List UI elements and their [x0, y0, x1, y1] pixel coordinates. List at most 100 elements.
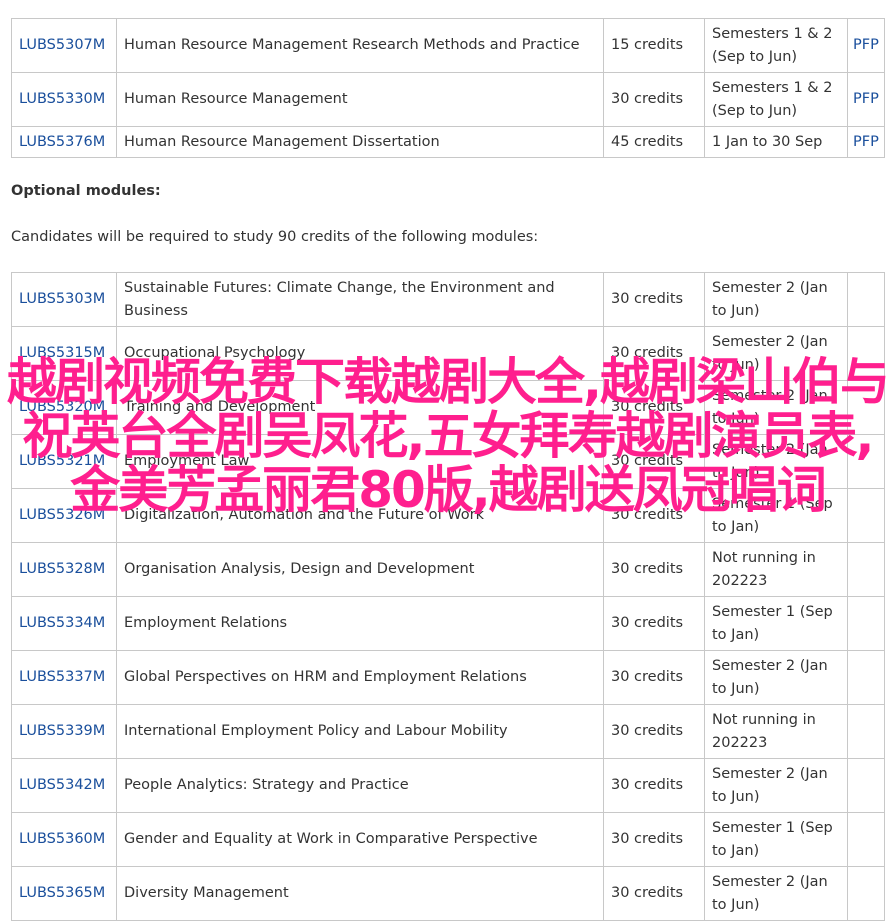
module-code-cell: LUBS5303M: [11, 272, 117, 327]
table-row: LUBS5339M International Employment Policy…: [11, 704, 885, 759]
module-code-cell: LUBS5315M: [11, 326, 117, 381]
module-title: Sustainable Futures: Climate Change, the…: [116, 272, 604, 327]
empty-cell: [847, 650, 885, 705]
pfp-cell: PFP: [847, 126, 885, 158]
module-semester: Semester 1 (Sep to Jan): [704, 488, 848, 543]
module-semester: Semesters 1 & 2 (Sep to Jun): [704, 18, 848, 73]
module-semester: Semesters 1 & 2 (Sep to Jun): [704, 72, 848, 127]
optional-modules-intro: Candidates will be required to study 90 …: [11, 229, 539, 245]
module-code-cell: LUBS5337M: [11, 650, 117, 705]
module-code-link[interactable]: LUBS5326M: [19, 507, 105, 523]
module-code-link[interactable]: LUBS5376M: [19, 134, 105, 150]
module-title: Diversity Management: [116, 866, 604, 921]
module-semester: Semester 1 (Sep to Jan): [704, 812, 848, 867]
table-row: LUBS5315M Occupational Psychology 30 credi…: [11, 326, 885, 381]
module-title: People Analytics: Strategy and Practice: [116, 758, 604, 813]
pfp-link[interactable]: PFP: [853, 91, 879, 107]
module-semester: Semester 2 (Jan to Jun): [704, 758, 848, 813]
table-row: LUBS5330M Human Resource Management 30 c…: [11, 72, 885, 127]
module-credits: 30 credits: [603, 488, 705, 543]
empty-cell: [847, 488, 885, 543]
module-credits: 15 credits: [603, 18, 705, 73]
module-credits: 30 credits: [603, 650, 705, 705]
module-semester: Semester 2 (Jan to Jun): [704, 272, 848, 327]
module-credits: 45 credits: [603, 126, 705, 158]
empty-cell: [847, 326, 885, 381]
empty-cell: [847, 380, 885, 435]
empty-cell: [847, 812, 885, 867]
module-code-cell: LUBS5365M: [11, 866, 117, 921]
pfp-cell: PFP: [847, 72, 885, 127]
module-code-link[interactable]: LUBS5339M: [19, 723, 105, 739]
table-row: LUBS5342M People Analytics: Strategy and …: [11, 758, 885, 813]
module-semester: Not running in 202223: [704, 542, 848, 597]
module-semester: Semester 2 (Jan to Jun): [704, 326, 848, 381]
module-title: Digitalization, Automation and the Futur…: [116, 488, 604, 543]
module-code-cell: LUBS5342M: [11, 758, 117, 813]
table-row: LUBS5328M Organisation Analysis, Design a…: [11, 542, 885, 597]
module-credits: 30 credits: [603, 272, 705, 327]
module-code-link[interactable]: LUBS5315M: [19, 345, 105, 361]
module-title: Employment Law: [116, 434, 604, 489]
table-row: LUBS5376M Human Resource Management Diss…: [11, 126, 885, 158]
module-title: Training and Development: [116, 380, 604, 435]
module-code-cell: LUBS5307M: [11, 18, 117, 73]
module-title: Human Resource Management Research Metho…: [116, 18, 604, 73]
pfp-link[interactable]: PFP: [853, 37, 879, 53]
table-row: LUBS5303M Sustainable Futures: Climate Ch…: [11, 272, 885, 327]
table-row: LUBS5365M Diversity Management 30 credits S…: [11, 866, 885, 921]
table-row: LUBS5320M Training and Development 30 cred…: [11, 380, 885, 435]
module-semester: Semester 2 (Jan to Jun): [704, 650, 848, 705]
empty-cell: [847, 704, 885, 759]
module-code-link[interactable]: LUBS5321M: [19, 453, 105, 469]
module-code-link[interactable]: LUBS5328M: [19, 561, 105, 577]
module-credits: 30 credits: [603, 704, 705, 759]
module-code-link[interactable]: LUBS5307M: [19, 37, 105, 53]
module-semester: Semester 2 (Jan to Jun): [704, 434, 848, 489]
table-row: LUBS5337M Global Perspectives on HRM and …: [11, 650, 885, 705]
module-code-cell: LUBS5376M: [11, 126, 117, 158]
empty-cell: [847, 434, 885, 489]
empty-cell: [847, 596, 885, 651]
optional-modules-table: LUBS5303M Sustainable Futures: Climate Ch…: [11, 272, 885, 921]
module-credits: 30 credits: [603, 596, 705, 651]
core-modules-table: LUBS5307M Human Resource Management Rese…: [11, 18, 885, 158]
module-code-link[interactable]: LUBS5320M: [19, 399, 105, 415]
module-semester: Semester 2 (Jan to Jun): [704, 380, 848, 435]
table-row: LUBS5360M Gender and Equality at Work in …: [11, 812, 885, 867]
module-code-cell: LUBS5321M: [11, 434, 117, 489]
module-semester: Semester 2 (Jan to Jun): [704, 866, 848, 921]
module-code-link[interactable]: LUBS5303M: [19, 291, 105, 307]
module-title: Employment Relations: [116, 596, 604, 651]
module-code-link[interactable]: LUBS5365M: [19, 885, 105, 901]
module-credits: 30 credits: [603, 326, 705, 381]
module-code-cell: LUBS5326M: [11, 488, 117, 543]
module-code-cell: LUBS5320M: [11, 380, 117, 435]
module-title: Occupational Psychology: [116, 326, 604, 381]
module-credits: 30 credits: [603, 72, 705, 127]
empty-cell: [847, 542, 885, 597]
module-code-link[interactable]: LUBS5342M: [19, 777, 105, 793]
module-code-cell: LUBS5360M: [11, 812, 117, 867]
table-row: LUBS5334M Employment Relations 30 credits S…: [11, 596, 885, 651]
module-credits: 30 credits: [603, 758, 705, 813]
module-code-cell: LUBS5328M: [11, 542, 117, 597]
module-semester: 1 Jan to 30 Sep: [704, 126, 848, 158]
pfp-link[interactable]: PFP: [853, 134, 879, 150]
module-credits: 30 credits: [603, 542, 705, 597]
module-title: Global Perspectives on HRM and Employmen…: [116, 650, 604, 705]
module-code-link[interactable]: LUBS5337M: [19, 669, 105, 685]
module-code-link[interactable]: LUBS5330M: [19, 91, 105, 107]
empty-cell: [847, 866, 885, 921]
module-code-link[interactable]: LUBS5334M: [19, 615, 105, 631]
module-credits: 30 credits: [603, 380, 705, 435]
module-code-cell: LUBS5330M: [11, 72, 117, 127]
module-semester: Semester 1 (Sep to Jan): [704, 596, 848, 651]
empty-cell: [847, 272, 885, 327]
module-title: Gender and Equality at Work in Comparati…: [116, 812, 604, 867]
module-title: Human Resource Management: [116, 72, 604, 127]
module-credits: 30 credits: [603, 812, 705, 867]
module-code-link[interactable]: LUBS5360M: [19, 831, 105, 847]
table-row: LUBS5321M Employment Law 30 credits Semeste…: [11, 434, 885, 489]
table-row: LUBS5326M Digitalization, Automation and …: [11, 488, 885, 543]
